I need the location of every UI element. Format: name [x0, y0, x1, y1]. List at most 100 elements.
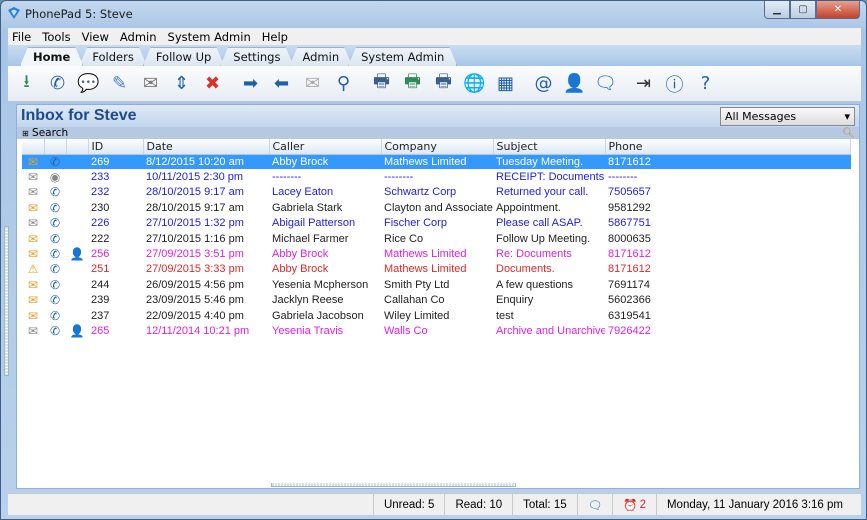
message-row[interactable]: ✉ ✆ 269 8/12/2015 10:20 am Abby Brock Mathews… — [22, 154, 851, 170]
chat-user-button[interactable]: 🗨 — [592, 70, 619, 97]
address-book-button[interactable]: @ — [530, 70, 557, 97]
mail-read-button[interactable]: ✉ — [137, 70, 164, 97]
tab-home[interactable]: Home — [20, 47, 83, 66]
phone-icon: ✆ — [49, 154, 61, 169]
cell-phone: 8171612 — [608, 248, 651, 261]
cell-id: 269 — [88, 154, 143, 170]
menu-admin[interactable]: Admin — [120, 30, 157, 44]
cell-caller: Lacey Eaton — [272, 186, 334, 199]
column-header-phone[interactable]: Phone — [605, 139, 851, 155]
reply-message-button[interactable]: ⬅ — [268, 70, 295, 97]
envelope-icon: ✉ — [27, 185, 39, 200]
column-header-caller[interactable]: Caller — [269, 139, 382, 155]
column-header-icon-2[interactable] — [66, 139, 89, 155]
message-row[interactable]: ✉ ✆ 👤 265 12/11/2014 10:21 pm Yesenia Travis W… — [22, 323, 851, 338]
column-header-date[interactable]: Date — [143, 139, 270, 155]
message-row[interactable]: ✉ ✆ 232 28/10/2015 9:17 am Lacey Eaton Schwar… — [22, 185, 851, 200]
tab-settings[interactable]: Settings — [220, 47, 293, 66]
tab-system-admin[interactable]: System Admin — [348, 47, 457, 66]
alarm-indicator[interactable]: ⏰ 2 — [612, 494, 656, 515]
cell-subject: Returned your call. — [496, 186, 589, 199]
minimize-button[interactable]: ▁ — [764, 1, 790, 19]
forward-message-button[interactable]: ➡ — [237, 70, 264, 97]
user-help-button[interactable]: 👤 — [561, 70, 588, 97]
print-button[interactable]: 🖶 — [368, 70, 395, 97]
envelope-open-icon: ✉ — [27, 247, 39, 262]
magnifier-icon[interactable]: 🔍︎ — [842, 128, 855, 139]
envelope-icon: ✉ — [27, 216, 39, 231]
download-button[interactable]: ⭳ — [13, 70, 40, 97]
icon-cell — [66, 169, 88, 184]
message-row[interactable]: ✉ ✆ 244 26/09/2015 4:56 pm Yesenia Mcpherson… — [22, 277, 851, 292]
column-header-subject[interactable]: Subject — [493, 139, 606, 155]
message-row[interactable]: ✉ ✆ 👤 256 27/09/2015 3:51 pm Abby Brock Mathew… — [22, 246, 851, 261]
sign-in-icon: ⇥ — [635, 73, 652, 94]
column-header-icon-0[interactable] — [22, 139, 45, 155]
menu-view[interactable]: View — [82, 30, 109, 44]
tab-follow-up[interactable]: Follow Up — [143, 47, 224, 66]
cell-phone: 8000635 — [608, 232, 651, 245]
user-help-icon: 👤 — [563, 73, 586, 94]
cell-id: 222 — [91, 232, 110, 245]
cell-phone: 8171612 — [608, 263, 651, 276]
phone-icon: ✆ — [49, 247, 61, 262]
cell-date: 22/09/2015 4:40 pm — [146, 309, 244, 322]
print-approve-button[interactable]: 🖶 — [399, 70, 426, 97]
message-row[interactable]: ✉ ✆ 226 27/10/2015 1:32 pm Abigail Patterson… — [22, 216, 851, 231]
info-button[interactable]: ⓘ — [661, 70, 688, 97]
phone-button[interactable]: ✆ — [44, 70, 71, 97]
delete-message-button[interactable]: ✖ — [199, 70, 226, 97]
sign-in-button[interactable]: ⇥ — [630, 70, 657, 97]
app-logo-icon — [8, 7, 20, 19]
search-label: Search — [32, 127, 69, 139]
search-button[interactable]: ⚲ — [330, 70, 357, 97]
message-row[interactable]: ✉ ✆ 230 28/10/2015 9:17 am Gabriela Stark Cla… — [22, 200, 851, 215]
envelope-open-icon: ✉ — [27, 154, 39, 169]
mail-archive-button[interactable]: ✉ — [299, 70, 326, 97]
message-row[interactable]: ⚠ ✆ 251 27/09/2015 3:33 pm Abby Brock Mathews… — [22, 262, 851, 277]
email-web-button[interactable]: 🌐 — [461, 70, 488, 97]
menu-system-admin[interactable]: System Admin — [168, 30, 251, 44]
chat-user-status-icon[interactable]: 🗨 — [576, 494, 613, 515]
maximize-button[interactable]: ▢ — [790, 1, 816, 19]
message-row[interactable]: ✉ ✆ 237 22/09/2015 4:40 pm Gabriela Jacobson… — [22, 308, 851, 323]
icon-cell: ✆ — [44, 246, 66, 261]
message-row[interactable]: ✉ ◉ 233 10/11/2015 2:30 pm -------- -------- R… — [22, 169, 851, 184]
help-button[interactable]: ? — [692, 70, 719, 97]
close-button[interactable]: ✕ — [816, 1, 860, 19]
message-filter-dropdown[interactable]: All Messages ▾ — [720, 106, 855, 126]
side-splitter[interactable] — [4, 226, 9, 376]
horizontal-scrollbar[interactable] — [271, 483, 516, 487]
delete-message-icon: ✖ — [204, 73, 221, 94]
cell-caller: Yesenia Mcpherson — [272, 278, 369, 291]
phone-message-button[interactable]: 💬 — [75, 70, 102, 97]
chat-user-icon: 🗨 — [594, 73, 617, 94]
message-row[interactable]: ✉ ✆ 239 23/09/2015 5:46 pm Jacklyn Reese Call… — [22, 293, 851, 308]
column-header-icon-1[interactable] — [44, 139, 67, 155]
menu-file[interactable]: File — [12, 30, 31, 44]
cell-id: 256 — [91, 248, 110, 261]
search-toggle[interactable]: ⊞ Search 🔍︎ — [17, 127, 859, 139]
phone-icon: ✆ — [49, 277, 61, 292]
cell-phone: 6319541 — [608, 309, 651, 322]
phone-icon: ✆ — [49, 308, 61, 323]
cell-caller: Yesenia Travis — [272, 324, 344, 337]
message-row[interactable]: ✉ ✆ 222 27/10/2015 1:16 pm Michael Farmer Ric… — [22, 231, 851, 246]
tab-folders[interactable]: Folders — [79, 47, 147, 66]
phone-transfer-button[interactable]: ⇕ — [168, 70, 195, 97]
icon-cell — [66, 277, 88, 292]
tab-admin[interactable]: Admin — [289, 47, 352, 66]
calculator-button[interactable]: ▦ — [492, 70, 519, 97]
calculator-icon: ▦ — [496, 73, 514, 94]
expand-icon: ⊞ — [22, 129, 29, 138]
edit-document-button[interactable]: ✎ — [106, 70, 133, 97]
print-approve-icon: 🖶 — [404, 70, 421, 92]
column-header-id[interactable]: ID — [88, 139, 144, 155]
icon-cell: ✉ — [22, 200, 44, 215]
menu-help[interactable]: Help — [262, 30, 288, 44]
forward-message-icon: ➡ — [242, 73, 259, 94]
menu-tools[interactable]: Tools — [42, 30, 70, 44]
cell-caller: Abby Brock — [272, 248, 329, 261]
print-preview-button[interactable]: 🖶 — [430, 70, 457, 97]
column-header-company[interactable]: Company — [381, 139, 494, 155]
